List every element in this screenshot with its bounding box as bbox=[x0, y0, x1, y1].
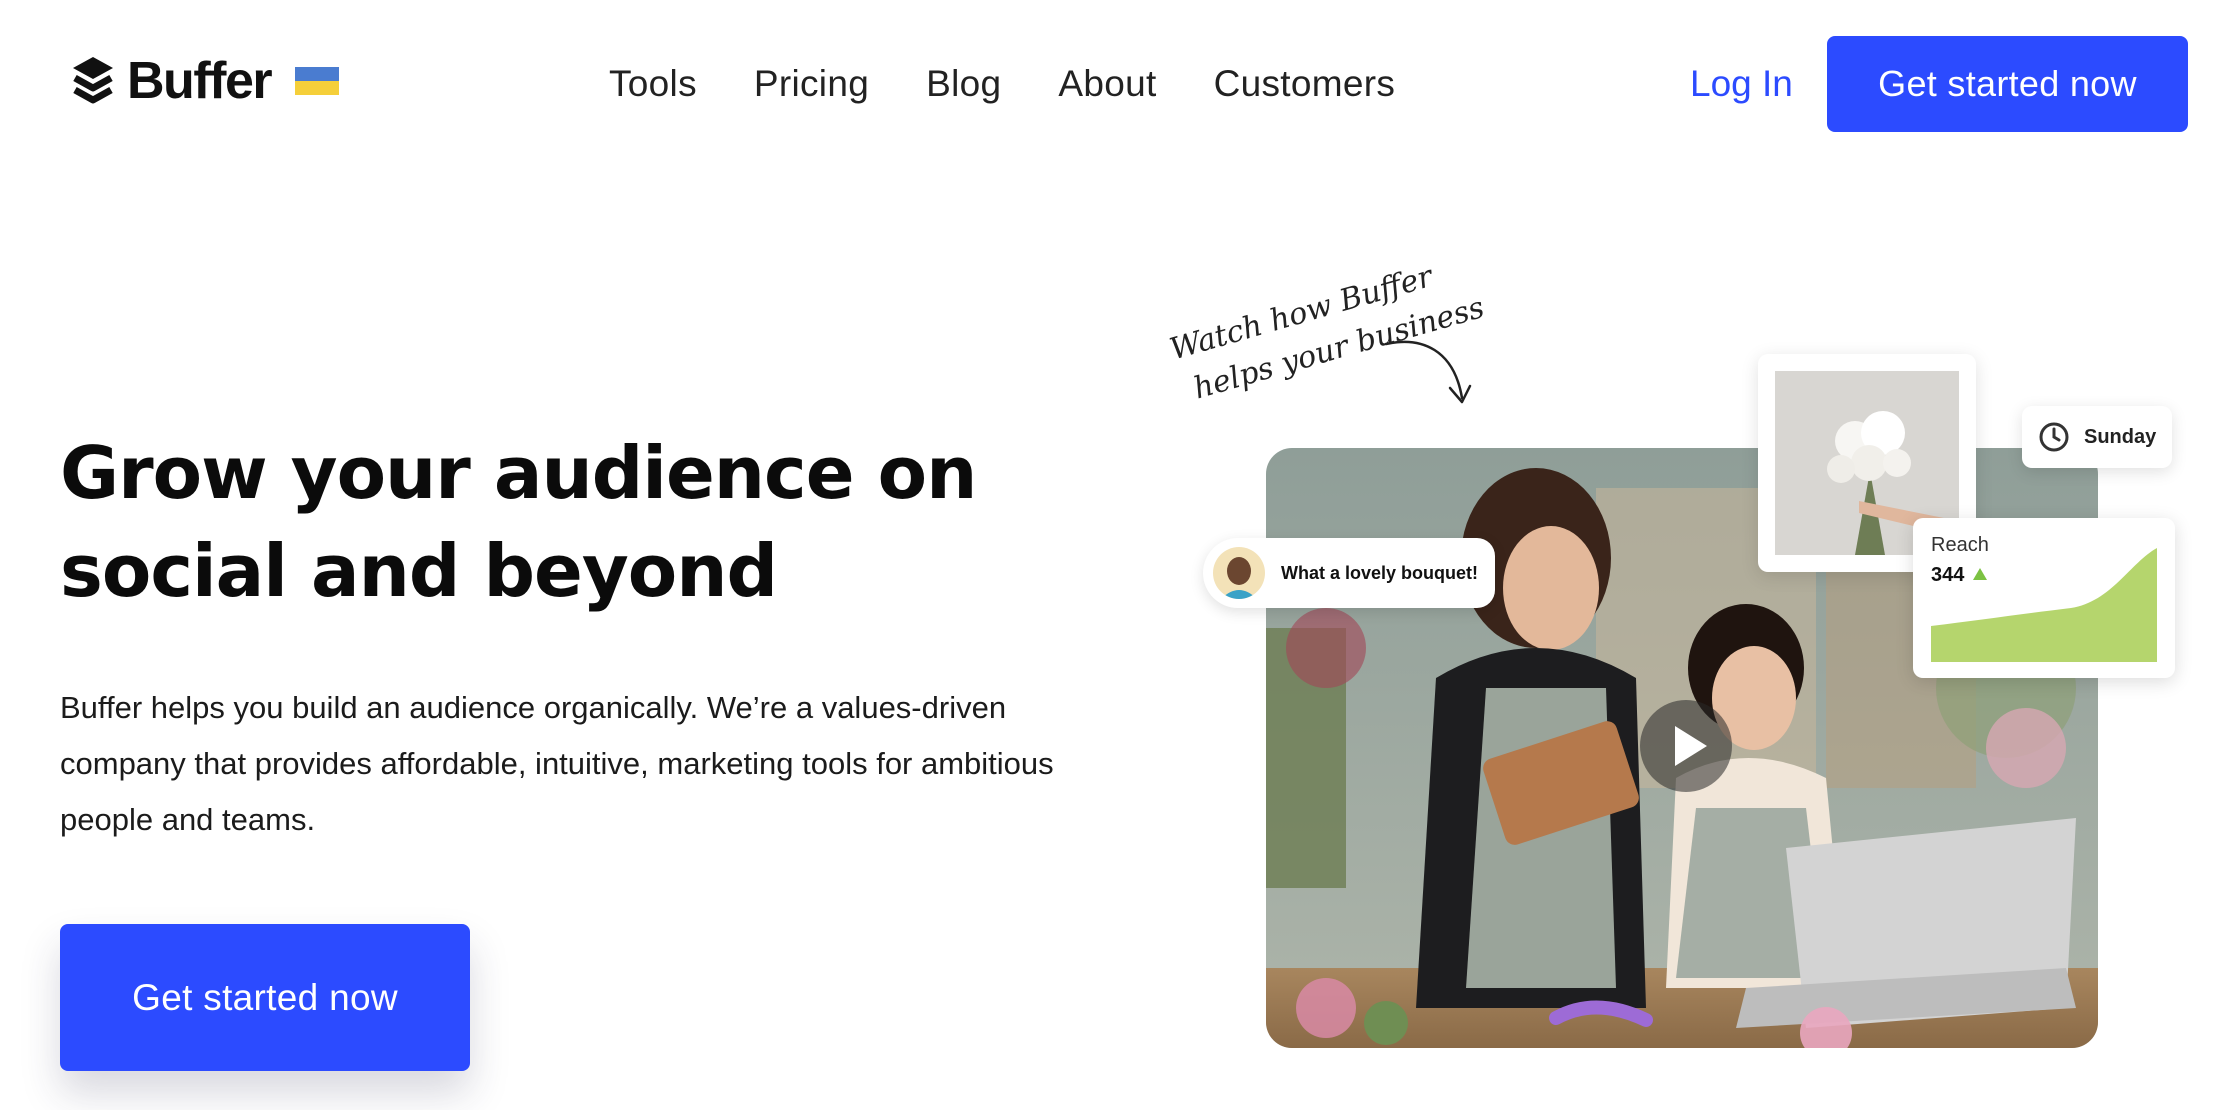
comment-bubble: What a lovely bouquet! bbox=[1203, 538, 1495, 608]
hero-title: Grow your audience on social and beyond bbox=[60, 431, 977, 613]
play-icon bbox=[1675, 726, 1707, 766]
reach-label: Reach bbox=[1931, 534, 1989, 556]
buffer-logo-icon bbox=[73, 57, 113, 104]
clock-icon bbox=[2039, 422, 2069, 452]
ukraine-flag-icon bbox=[295, 67, 340, 95]
reach-stats-card: Reach 344 bbox=[1913, 518, 2175, 678]
nav-item-about[interactable]: About bbox=[1058, 60, 1156, 108]
main-nav: Tools Pricing Blog About Customers bbox=[609, 60, 1395, 108]
comment-text: What a lovely bouquet! bbox=[1281, 562, 1479, 583]
reach-area-chart bbox=[1931, 548, 2157, 662]
curved-arrow-icon bbox=[1384, 340, 1472, 404]
schedule-day-badge: Sunday bbox=[2022, 406, 2172, 468]
nav-item-tools[interactable]: Tools bbox=[609, 60, 697, 108]
video-play-button[interactable] bbox=[1640, 700, 1732, 792]
header-get-started-button[interactable]: Get started now bbox=[1827, 36, 2188, 132]
brand-name: Buffer bbox=[127, 52, 273, 110]
hero-get-started-button[interactable]: Get started now bbox=[60, 924, 470, 1071]
avatar bbox=[1213, 547, 1265, 599]
login-link[interactable]: Log In bbox=[1690, 60, 1793, 108]
nav-item-customers[interactable]: Customers bbox=[1214, 60, 1396, 108]
trend-up-icon bbox=[1973, 568, 1987, 580]
reach-value: 344 bbox=[1931, 564, 1965, 586]
nav-item-pricing[interactable]: Pricing bbox=[754, 60, 869, 108]
buffer-logo[interactable]: Buffer bbox=[71, 52, 340, 110]
schedule-day-label: Sunday bbox=[2084, 425, 2157, 448]
hero-description: Buffer helps you build an audience organ… bbox=[60, 690, 1054, 837]
nav-item-blog[interactable]: Blog bbox=[926, 60, 1001, 108]
